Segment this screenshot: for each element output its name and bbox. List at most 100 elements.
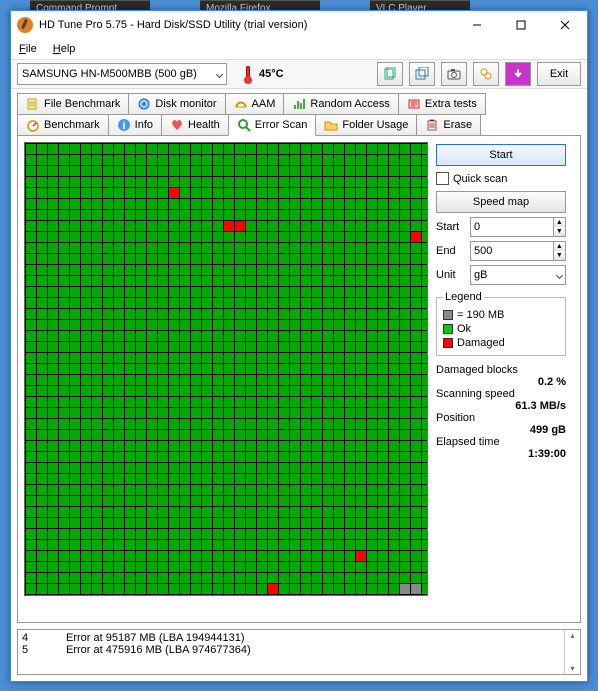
damaged-label: Damaged blocks [436,364,566,376]
menu-file[interactable]: File [19,43,37,55]
tab-error-scan[interactable]: Error Scan [228,114,317,136]
screenshot-button[interactable] [441,62,467,86]
damaged-block [411,232,421,242]
start-scan-button[interactable]: Start [436,144,566,166]
log-msg: Error at 95187 MB (LBA 194944131) [66,632,245,644]
titlebar[interactable]: HD Tune Pro 5.75 - Hard Disk/SSD Utility… [11,11,587,39]
end-spinner[interactable]: ▲▼ [470,241,566,261]
save-button[interactable] [505,62,531,86]
damaged-block [268,584,278,594]
tab-folder-usage[interactable]: Folder Usage [315,114,417,136]
scan-side-panel: Start Quick scan Speed map Start ▲▼ End [436,142,566,616]
folder-usage-icon [324,118,338,132]
scan-block-map [24,142,428,596]
checkbox-icon [436,172,449,185]
aam-icon [234,97,248,111]
quick-scan-label: Quick scan [453,173,507,185]
tab-random-access[interactable]: Random Access [283,93,398,115]
damaged-value: 0.2 % [436,376,566,388]
scroll-down-icon[interactable]: ▾ [570,664,574,673]
legend-block-label: = 190 MB [457,309,504,321]
speed-map-button[interactable]: Speed map [436,191,566,213]
exit-button[interactable]: Exit [537,62,581,86]
thermometer-icon [241,64,255,84]
close-button[interactable] [543,11,587,39]
tab-label: Extra tests [425,98,477,110]
maximize-button[interactable] [499,11,543,39]
up-arrow-icon[interactable]: ▲ [554,242,565,251]
tab-label: Error Scan [255,119,308,131]
drive-select[interactable]: SAMSUNG HN-M500MBB (500 gB) [17,63,227,85]
benchmark-icon [26,118,40,132]
legend-ok-label: Ok [457,323,471,335]
unscanned-block [400,584,410,594]
tab-row-2: Benchmark iInfo Health Error Scan Folder Usa… [17,114,581,135]
tab-extra-tests[interactable]: Extra tests [398,93,486,115]
legend-swatch-ok [443,324,453,334]
tab-label: AAM [252,98,276,110]
tab-info[interactable]: iInfo [108,114,162,136]
tab-health[interactable]: Health [161,114,229,136]
menubar: File Help [11,39,587,59]
copy-screenshot-button[interactable] [409,62,435,86]
unit-select[interactable]: gB [470,265,566,285]
tab-label: File Benchmark [44,98,120,110]
temperature-readout: 45°C [241,64,284,84]
chevron-down-icon [216,70,223,77]
tab-aam[interactable]: AAM [225,93,285,115]
tab-label: Health [188,119,220,131]
file-bench-icon [26,97,40,111]
speed-label: Scanning speed [436,388,566,400]
scan-stats: Damaged blocks 0.2 % Scanning speed 61.3… [436,364,566,460]
damaged-block [356,551,366,561]
minimize-button[interactable] [455,11,499,39]
erase-icon [425,118,439,132]
log-row[interactable]: 5 Error at 475916 MB (LBA 974677364) [22,644,560,656]
tab-file-benchmark[interactable]: File Benchmark [17,93,129,115]
unscanned-block [411,584,421,594]
tab-label: Folder Usage [342,119,408,131]
log-num: 5 [22,644,52,656]
log-scrollbar[interactable]: ▴ ▾ [564,630,580,674]
random-access-icon [292,97,306,111]
disk-monitor-icon [137,97,151,111]
tab-label: Random Access [310,98,389,110]
elapsed-value: 1:39:00 [436,448,566,460]
client-area: File Benchmark Disk monitor AAM Random Acce… [11,89,587,681]
end-input[interactable] [471,242,553,260]
up-arrow-icon[interactable]: ▲ [554,218,565,227]
app-icon [17,17,33,33]
position-label: Position [436,412,566,424]
toolbar: SAMSUNG HN-M500MBB (500 gB) 45°C Exit [11,59,587,89]
down-arrow-icon[interactable]: ▼ [554,251,565,260]
tab-label: Disk monitor [155,98,216,110]
log-msg: Error at 475916 MB (LBA 974677364) [66,644,251,656]
speed-value: 61.3 MB/s [436,400,566,412]
window-title: HD Tune Pro 5.75 - Hard Disk/SSD Utility… [39,19,455,31]
position-value: 499 gB [436,424,566,436]
error-log: 4Error at 95187 MB (LBA 194944131)5 Error… [17,629,581,675]
quick-scan-checkbox[interactable]: Quick scan [436,172,566,185]
legend-box: Legend = 190 MB Ok Damaged [436,291,566,356]
start-input[interactable] [471,218,553,236]
tab-erase[interactable]: Erase [416,114,481,136]
tab-row-1: File Benchmark Disk monitor AAM Random Acce… [17,93,581,114]
tab-disk-monitor[interactable]: Disk monitor [128,93,225,115]
info-icon: i [117,118,131,132]
tab-label: Benchmark [44,119,100,131]
scroll-up-icon[interactable]: ▴ [570,631,574,640]
tab-benchmark[interactable]: Benchmark [17,114,109,136]
start-label: Start [436,221,466,233]
drive-select-value: SAMSUNG HN-M500MBB (500 gB) [22,68,197,80]
end-label: End [436,245,466,257]
log-row[interactable]: 4Error at 95187 MB (LBA 194944131) [22,632,560,644]
damaged-block [235,221,245,231]
health-icon [170,118,184,132]
down-arrow-icon[interactable]: ▼ [554,227,565,236]
start-spinner[interactable]: ▲▼ [470,217,566,237]
tab-label: Erase [443,119,472,131]
menu-help[interactable]: Help [53,43,76,55]
copy-info-button[interactable] [377,62,403,86]
settings-button[interactable] [473,62,499,86]
legend-swatch-damaged [443,338,453,348]
